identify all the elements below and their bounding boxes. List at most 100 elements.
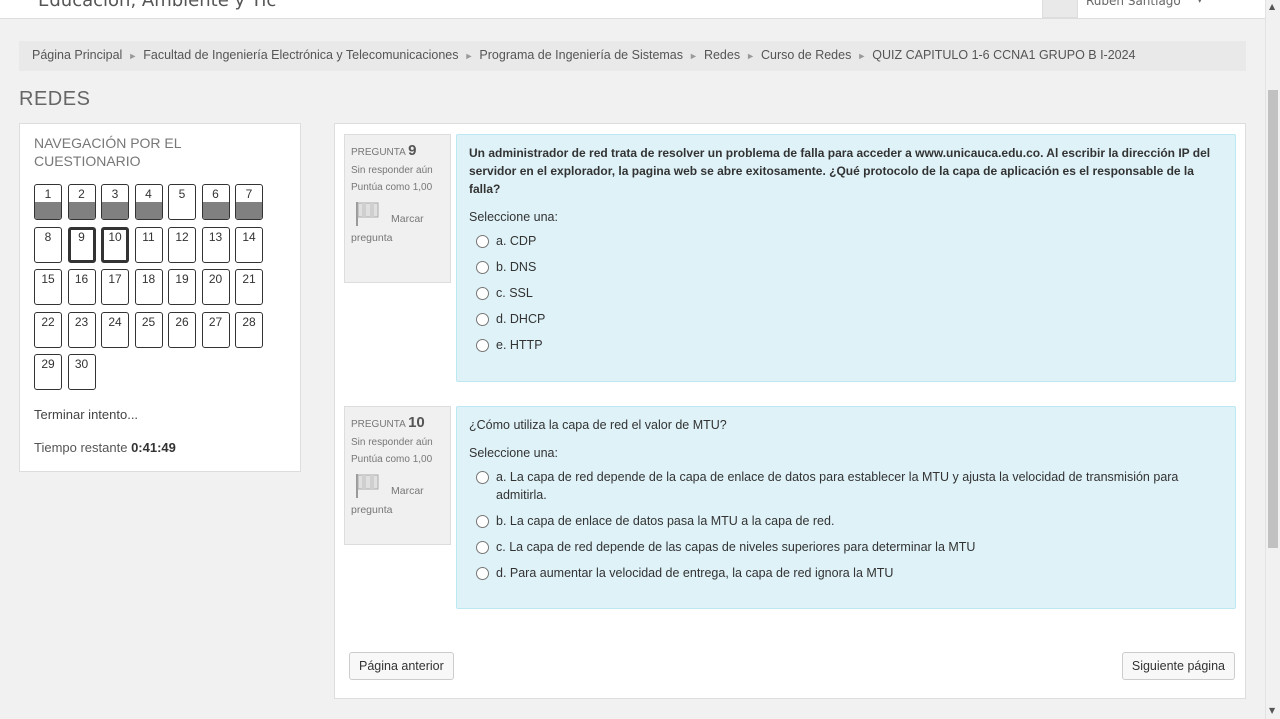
quiz-nav-button-2[interactable]: 2	[67, 184, 96, 220]
quiz-nav-button-9[interactable]: 9	[67, 226, 96, 263]
question-number: PREGUNTA 9	[351, 142, 417, 159]
answer-radio[interactable]	[476, 339, 489, 352]
answer-options: a. La capa de red depende de la capa de …	[469, 468, 1223, 582]
quiz-nav-button-8[interactable]: 8	[34, 226, 62, 263]
answer-option-label[interactable]: c. La capa de red depende de las capas d…	[496, 538, 975, 556]
quiz-nav-button-17[interactable]: 17	[101, 269, 129, 305]
quiz-nav-button-label: 6	[212, 187, 219, 201]
top-header: Educación, Ambiente y Tic Rubén Santiago…	[0, 0, 1265, 19]
quiz-nav-button-12[interactable]: 12	[168, 226, 196, 263]
answer-radio[interactable]	[476, 287, 489, 300]
answer-option-label[interactable]: b. La capa de enlace de datos pasa la MT…	[496, 512, 834, 530]
quiz-navigation-block: NAVEGACIÓN POR EL CUESTIONARIO 123456789…	[19, 123, 301, 472]
quiz-nav-button-label: 13	[208, 229, 223, 244]
answer-radio[interactable]	[476, 261, 489, 274]
answer-option-label[interactable]: d. DHCP	[496, 310, 545, 328]
answer-option[interactable]: d. DHCP	[469, 310, 1223, 328]
quiz-nav-button-1[interactable]: 1	[34, 184, 62, 220]
quiz-nav-button-23[interactable]: 23	[67, 311, 96, 348]
quiz-nav-button-4[interactable]: 4	[134, 184, 163, 220]
flag-icon	[356, 202, 379, 226]
answer-radio[interactable]	[476, 471, 489, 484]
question-info-q10: PREGUNTA 10 Sin responder aún Puntúa com…	[344, 406, 451, 545]
breadcrumb-item[interactable]: QUIZ CAPITULO 1-6 CCNA1 GRUPO B I-2024	[872, 48, 1135, 62]
answer-option-label[interactable]: a. La capa de red depende de la capa de …	[496, 468, 1223, 504]
quiz-nav-button-label: 3	[111, 187, 119, 201]
time-remaining-value: 0:41:49	[131, 440, 176, 455]
breadcrumb-item[interactable]: Facultad de Ingeniería Electrónica y Tel…	[143, 48, 458, 62]
answer-option-label[interactable]: c. SSL	[496, 284, 533, 302]
answer-prompt: Seleccione una:	[469, 210, 558, 224]
answer-option[interactable]: b. La capa de enlace de datos pasa la MT…	[469, 512, 1223, 530]
answer-option-label[interactable]: a. CDP	[496, 232, 536, 250]
answer-radio[interactable]	[476, 313, 489, 326]
breadcrumb-item[interactable]: Curso de Redes	[761, 48, 851, 62]
answer-option-label[interactable]: d. Para aumentar la velocidad de entrega…	[496, 564, 893, 582]
question-content-q10: ¿Cómo utiliza la capa de red el valor de…	[456, 406, 1236, 609]
quiz-nav-button-6[interactable]: 6	[201, 184, 230, 220]
previous-page-button[interactable]: Página anterior	[349, 652, 454, 680]
scroll-up-arrow-icon[interactable]: ▲	[1269, 2, 1275, 11]
breadcrumb-item[interactable]: Redes	[704, 48, 740, 62]
quiz-nav-button-24[interactable]: 24	[101, 311, 129, 348]
answer-option-label[interactable]: e. HTTP	[496, 336, 543, 354]
quiz-nav-button-10[interactable]: 10	[101, 226, 129, 263]
answer-option[interactable]: b. DNS	[469, 258, 1223, 276]
answered-indicator	[35, 202, 61, 219]
scroll-down-arrow-icon[interactable]: ▼	[1269, 706, 1275, 715]
quiz-nav-button-26[interactable]: 26	[168, 311, 196, 348]
breadcrumb-item[interactable]: Programa de Ingeniería de Sistemas	[479, 48, 683, 62]
flag-label: pregunta	[351, 504, 393, 516]
scroll-thumb[interactable]	[1268, 90, 1278, 548]
quiz-nav-button-3[interactable]: 3	[101, 184, 129, 220]
answer-option[interactable]: c. SSL	[469, 284, 1223, 302]
quiz-nav-button-label: 16	[74, 272, 89, 286]
quiz-nav-button-30[interactable]: 30	[67, 354, 96, 390]
breadcrumb-item[interactable]: Página Principal	[32, 48, 122, 62]
question-text: Un administrador de red trata de resolve…	[469, 146, 1211, 196]
answer-radio[interactable]	[476, 235, 489, 248]
quiz-nav-button-22[interactable]: 22	[34, 311, 62, 348]
quiz-nav-button-18[interactable]: 18	[134, 269, 163, 305]
quiz-nav-button-21[interactable]: 21	[235, 269, 263, 305]
question-content-q9: Un administrador de red trata de resolve…	[456, 134, 1236, 382]
quiz-nav-button-28[interactable]: 28	[235, 311, 263, 348]
quiz-nav-button-19[interactable]: 19	[168, 269, 196, 305]
flag-question-toggle[interactable]: Marcar pregunta	[351, 473, 444, 516]
answer-radio[interactable]	[476, 515, 489, 528]
answered-indicator	[68, 202, 95, 219]
answer-option[interactable]: e. HTTP	[469, 336, 1223, 354]
answer-option[interactable]: a. CDP	[469, 232, 1223, 250]
quiz-nav-button-label: 29	[41, 357, 55, 371]
user-name[interactable]: Rubén Santiago	[1086, 0, 1181, 8]
answer-prompt: Seleccione una:	[469, 446, 558, 460]
user-avatar[interactable]	[1042, 0, 1078, 18]
quiz-nav-button-25[interactable]: 25	[134, 311, 163, 348]
answer-radio[interactable]	[476, 541, 489, 554]
answer-radio[interactable]	[476, 567, 489, 580]
quiz-nav-button-label: 12	[175, 229, 189, 244]
quiz-nav-button-20[interactable]: 20	[201, 269, 230, 305]
next-page-button[interactable]: Siguiente página	[1121, 652, 1235, 680]
answer-option[interactable]: d. Para aumentar la velocidad de entrega…	[469, 564, 1223, 582]
answer-option[interactable]: c. La capa de red depende de las capas d…	[469, 538, 1223, 556]
answer-option-label[interactable]: b. DNS	[496, 258, 536, 276]
quiz-nav-button-27[interactable]: 27	[201, 311, 230, 348]
finish-attempt-link[interactable]: Terminar intento...	[34, 407, 138, 422]
quiz-nav-button-13[interactable]: 13	[201, 226, 230, 263]
quiz-nav-button-15[interactable]: 15	[34, 269, 62, 305]
quiz-nav-button-5[interactable]: 5	[168, 184, 196, 220]
quiz-nav-button-29[interactable]: 29	[34, 354, 62, 390]
quiz-nav-button-14[interactable]: 14	[235, 226, 263, 263]
quiz-nav-button-11[interactable]: 11	[134, 226, 163, 263]
quiz-nav-button-label: 1	[44, 187, 52, 201]
answer-option[interactable]: a. La capa de red depende de la capa de …	[469, 468, 1223, 504]
user-menu-caret-icon[interactable]: ▾	[1197, 0, 1203, 6]
site-title[interactable]: Educación, Ambiente y Tic	[38, 0, 276, 11]
flag-question-toggle[interactable]: Marcar pregunta	[351, 201, 444, 244]
quiz-nav-button-16[interactable]: 16	[67, 269, 96, 305]
quiz-nav-button-7[interactable]: 7	[235, 184, 263, 220]
quiz-nav-button-label: 11	[142, 229, 155, 244]
page-scrollbar[interactable]: ▲ ▼	[1265, 0, 1280, 719]
time-remaining-label: Tiempo restante	[34, 440, 128, 455]
